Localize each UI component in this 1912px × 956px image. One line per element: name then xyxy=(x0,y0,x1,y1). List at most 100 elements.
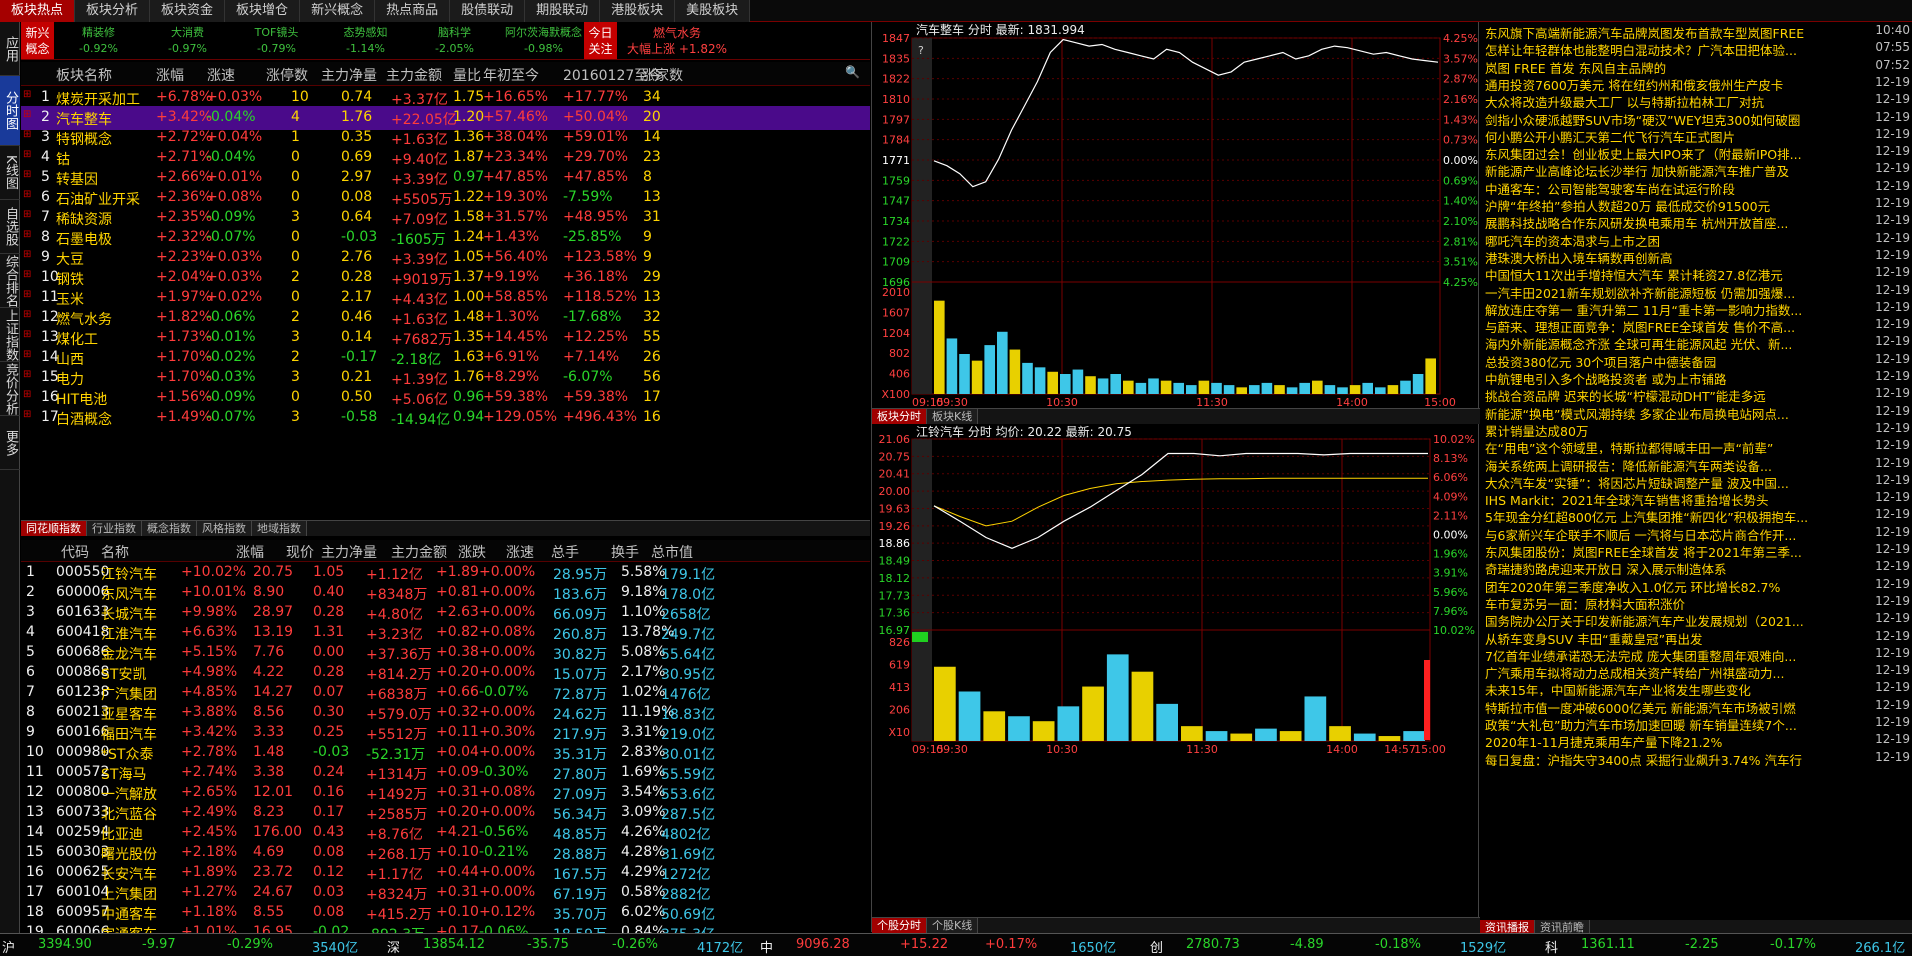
sector-column-header[interactable]: 量比 xyxy=(453,65,481,85)
sector-column-header[interactable]: 涨家数 xyxy=(641,65,683,85)
news-item[interactable]: 解放连庄夺第一 重汽升第二 11月“重卡第一影响力指数... 12-19 xyxy=(1485,299,1910,316)
news-item[interactable]: 海关系统两上调研报告：降低新能源汽车两类设备... 12-19 xyxy=(1485,455,1910,472)
news-item[interactable]: 中航锂电引入多个战略投资者 或为上市铺路 12-19 xyxy=(1485,368,1910,385)
expand-icon[interactable]: ⊞ xyxy=(23,329,31,340)
stock-row[interactable]: 13 600733 北汽蓝谷 +2.49% 8.23 0.17 +2585万 +0.20 +0.… xyxy=(21,803,870,823)
news-item[interactable]: 与蔚来、理想正面竞争：岚图FREE全球首发 售价不高... 12-19 xyxy=(1485,316,1910,333)
top-tab[interactable]: 股债联动 xyxy=(450,0,526,22)
news-item[interactable]: 奇瑞捷豹路虎迎来开放日 深入展示制造体系 12-19 xyxy=(1485,558,1910,575)
news-item[interactable]: 通用投资7600万美元 将在纽约州和俄亥俄州生产皮卡 12-19 xyxy=(1485,74,1910,91)
stock-intraday-chart[interactable]: 江铃汽车 分时 均价: 20.22 最新: 20.75 21.06 20.75 20.… xyxy=(872,425,1478,755)
news-item[interactable]: 大众将改造升级最大工厂 以与特斯拉柏林工厂对抗 12-19 xyxy=(1485,91,1910,108)
stock-row[interactable]: 2 600006 东风汽车 +10.01% 8.90 0.40 +8348万 +0.81 +0.… xyxy=(21,583,870,603)
news-item[interactable]: 新能源“换电”模式风潮持续 多家企业布局换电站网点... 12-19 xyxy=(1485,403,1910,420)
search-icon[interactable]: 🔍 xyxy=(845,65,860,79)
top-tab[interactable]: 期股联动 xyxy=(525,0,601,22)
stock-column-header[interactable]: 涨幅 xyxy=(236,542,264,562)
sector-column-header[interactable]: 主力金额 xyxy=(386,65,442,85)
index-type-tab[interactable]: 行业指数 xyxy=(87,521,142,536)
stock-row[interactable]: 16 000625 长安汽车 +1.89% 23.72 0.12 +1.17亿 +0.44 +0… xyxy=(21,863,870,883)
expand-icon[interactable]: ⊞ xyxy=(23,349,31,360)
sector-column-header[interactable]: 主力净量 xyxy=(321,65,377,85)
news-item[interactable]: 在“用电”这个领域里，特斯拉都得喊丰田一声“前辈” 12-19 xyxy=(1485,437,1910,454)
sector-intraday-chart[interactable]: 汽车整车 分时 最新: 1831.994 1847 1835 1822 1810 1797… xyxy=(872,22,1478,408)
stock-row[interactable]: 17 600104 上汽集团 +1.27% 24.67 0.03 +8324万 +0.31 +0… xyxy=(21,883,870,903)
news-item[interactable]: 怎样让年轻群体也能整明白混动技术？广汽本田把体验... 07:55 xyxy=(1485,39,1910,56)
stock-column-header[interactable]: 代码 xyxy=(61,542,89,562)
stock-row[interactable]: 18 600957 中通客车 +1.18% 8.55 0.08 +415.2万 +0.10 +0… xyxy=(21,903,870,923)
news-item[interactable]: 与6家新兴车企联手不顺后 一汽将与日本芯片商合作开... 12-19 xyxy=(1485,524,1910,541)
vertical-tab[interactable]: 应用 xyxy=(0,22,20,76)
stock-row[interactable]: 6 000868 ST安凯 +4.98% 4.22 0.28 +814.2万 +0.20 +0.… xyxy=(21,663,870,683)
news-item[interactable]: 未来15年，中国新能源汽车产业将发生哪些变化 12-19 xyxy=(1485,679,1910,696)
stock-column-header[interactable]: 主力净量 xyxy=(321,542,377,562)
stock-column-header[interactable]: 总手 xyxy=(551,542,579,562)
expand-icon[interactable]: ⊞ xyxy=(23,389,31,400)
news-item[interactable]: 哪吒汽车的资本渴求与上市之困 12-19 xyxy=(1485,230,1910,247)
news-item[interactable]: 一汽丰田2021新车规划欲补齐新能源短板 仍需加强爆... 12-19 xyxy=(1485,282,1910,299)
hot-concept[interactable]: 燃气水务 大幅上涨 +1.82% xyxy=(617,22,737,59)
sector-column-header[interactable]: 涨幅 xyxy=(156,65,184,85)
top-tab[interactable]: 热点商品 xyxy=(375,0,451,22)
chart-tab[interactable]: 板块K线 xyxy=(927,409,979,424)
news-item[interactable]: 岚图 FREE 首发 东风自主品牌的 07:52 xyxy=(1485,57,1910,74)
news-item[interactable]: 沪牌“年终拍”参拍人数超20万 最低成交价91500元 12-19 xyxy=(1485,195,1910,212)
news-item[interactable]: IHS Markit：2021年全球汽车销售将重拾增长势头 12-19 xyxy=(1485,489,1910,506)
stock-row[interactable]: 3 601633 长城汽车 +9.98% 28.97 0.28 +4.80亿 +2.63 +0.… xyxy=(21,603,870,623)
top-tab[interactable]: 新兴概念 xyxy=(300,0,376,22)
stock-column-header[interactable]: 总市值 xyxy=(651,542,693,562)
index-type-tab[interactable]: 风格指数 xyxy=(197,521,252,536)
news-item[interactable]: 中国恒大11次出手增持恒大汽车 累计耗资27.8亿港元 12-19 xyxy=(1485,264,1910,281)
news-item[interactable]: 何小鹏公开小鹏汇天第二代飞行汽车正式图片 12-19 xyxy=(1485,126,1910,143)
news-item[interactable]: 大众汽车发“实锤”：将因芯片短缺调整产量 波及中国... 12-19 xyxy=(1485,472,1910,489)
expand-icon[interactable]: ⊞ xyxy=(23,269,31,280)
news-item[interactable]: 7亿首年业绩承诺恐无法完成 庞大集团重整周年艰难向... 12-19 xyxy=(1485,645,1910,662)
index-type-tab[interactable]: 同花顺指数 xyxy=(21,521,87,536)
sector-row[interactable]: ⊞ 17 白酒概念 +1.49% -0.07% 3 -0.58 -14.94亿 0.94 +129… xyxy=(21,406,870,430)
expand-icon[interactable]: ⊞ xyxy=(23,109,31,120)
news-item[interactable]: 剑指小众硬派越野SUV市场“硬汉”WEY坦克300如何破圈 12-19 xyxy=(1485,109,1910,126)
news-item[interactable]: 车市复苏另一面：原材料大面积涨价 12-19 xyxy=(1485,593,1910,610)
news-item[interactable]: 海内外新能源概念齐涨 全球可再生能源风起 光伏、新... 12-19 xyxy=(1485,333,1910,350)
news-item[interactable]: 新能源产业高峰论坛长沙举行 加快新能源汽车推广普及 12-19 xyxy=(1485,160,1910,177)
stock-column-header[interactable]: 涨速 xyxy=(506,542,534,562)
stock-row[interactable]: 4 600418 江淮汽车 +6.63% 13.19 1.31 +3.23亿 +0.82 +0.… xyxy=(21,623,870,643)
expand-icon[interactable]: ⊞ xyxy=(23,409,31,420)
expand-icon[interactable]: ⊞ xyxy=(23,129,31,140)
banner-concept-item[interactable]: TOF镜头 -0.79% xyxy=(232,22,321,59)
expand-icon[interactable]: ⊞ xyxy=(23,289,31,300)
vertical-tab[interactable]: 竞价分析 xyxy=(0,362,20,416)
chart-tab[interactable]: 板块分时 xyxy=(872,409,927,424)
news-tab[interactable]: 资讯前瞻 xyxy=(1535,920,1590,934)
chart-tab[interactable]: 个股分时 xyxy=(872,918,927,933)
vertical-tab[interactable]: 综合排名 xyxy=(0,254,20,308)
sector-column-header[interactable]: 涨停数 xyxy=(266,65,308,85)
expand-icon[interactable]: ⊞ xyxy=(23,369,31,380)
top-tab[interactable]: 板块资金 xyxy=(150,0,226,22)
stock-row[interactable]: 11 000572 ST海马 +2.74% 3.38 0.24 +1314万 +0.09 -0.… xyxy=(21,763,870,783)
stock-row[interactable]: 10 000980 *ST众泰 +2.78% 1.48 -0.03 -52.31万 +0.04… xyxy=(21,743,870,763)
vertical-tab[interactable]: K线图 xyxy=(0,146,20,200)
sector-column-header[interactable]: 板块名称 xyxy=(56,65,112,85)
news-item[interactable]: 5年现金分红超800亿元 上汽集团推“新四化”积极拥抱车... 12-19 xyxy=(1485,506,1910,523)
news-item[interactable]: 团车2020年第三季度净收入1.0亿元 环比增长82.7% 12-19 xyxy=(1485,576,1910,593)
expand-icon[interactable]: ⊞ xyxy=(23,249,31,260)
help-icon[interactable]: ? xyxy=(918,44,924,57)
stock-column-header[interactable]: 涨跌 xyxy=(458,542,486,562)
sector-column-header[interactable]: 年初至今 xyxy=(483,65,539,85)
stock-row[interactable]: 14 002594 比亚迪 +2.45% 176.00 0.43 +8.76亿 +4.21 -0… xyxy=(21,823,870,843)
sector-column-header[interactable]: 涨速 xyxy=(207,65,235,85)
expand-icon[interactable]: ⊞ xyxy=(23,209,31,220)
news-item[interactable]: 挑战合资品牌 迟来的长城“柠檬混动DHT”能走多远 12-19 xyxy=(1485,385,1910,402)
news-item[interactable]: 广汽乘用车拟将动力总成相关资产转给广州祺盛动力... 12-19 xyxy=(1485,662,1910,679)
stock-row[interactable]: 15 600303 曙光股份 +2.18% 4.69 0.08 +268.1万 +0.10 -0… xyxy=(21,843,870,863)
stock-row[interactable]: 1 000550 江铃汽车 +10.02% 20.75 1.05 +1.12亿 +1.89 +0… xyxy=(21,563,870,583)
top-tab[interactable]: 美股板块 xyxy=(675,0,751,22)
stock-row[interactable]: 12 000800 一汽解放 +2.65% 12.01 0.16 +1492万 +0.31 +0… xyxy=(21,783,870,803)
stock-row[interactable]: 9 600166 福田汽车 +3.42% 3.33 0.25 +5512万 +0.11 +0.3… xyxy=(21,723,870,743)
news-item[interactable]: 累计销量达成80万 12-19 xyxy=(1485,420,1910,437)
news-tab[interactable]: 资讯播报 xyxy=(1480,920,1535,934)
vertical-tab[interactable]: 上证指数 xyxy=(0,308,20,362)
news-item[interactable]: 国务院办公厅关于印发新能源汽车产业发展规划（2021... 12-19 xyxy=(1485,610,1910,627)
news-item[interactable]: 政策“大礼包”助力汽车市场加速回暖 新车销量连续7个... 12-19 xyxy=(1485,714,1910,731)
